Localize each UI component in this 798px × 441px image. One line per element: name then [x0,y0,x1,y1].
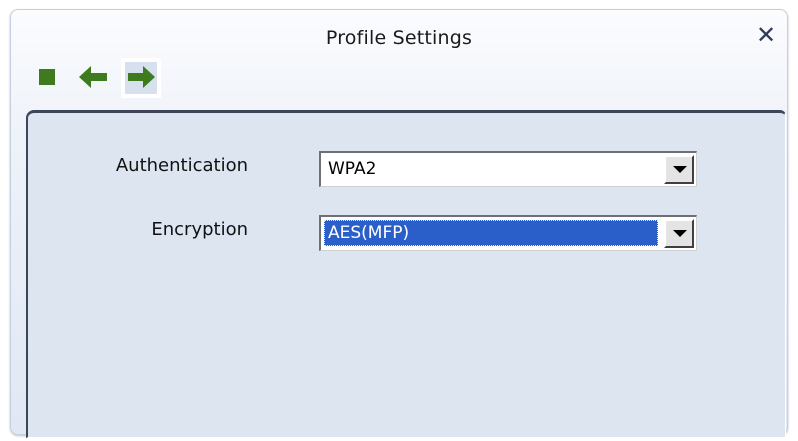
back-arrow-icon [79,66,107,88]
profile-settings-window: Profile Settings ✕ Authentication WPA2 E… [10,9,788,438]
chevron-down-icon[interactable] [664,219,694,248]
stop-button[interactable] [33,58,73,98]
next-arrow-icon [128,66,155,88]
authentication-value: WPA2 [328,159,377,179]
chevron-down-icon[interactable] [664,155,694,184]
window-title: Profile Settings [325,27,473,49]
authentication-label: Authentication [115,155,248,176]
encryption-label: Encryption [151,219,248,240]
back-button[interactable] [77,58,117,98]
authentication-select[interactable]: WPA2 [319,151,697,187]
close-icon[interactable]: ✕ [755,23,777,47]
encryption-value: AES(MFP) [324,220,658,246]
encryption-select[interactable]: AES(MFP) [319,215,697,251]
next-button[interactable] [121,58,161,98]
settings-panel: Authentication WPA2 Encryption AES(MFP) [26,110,786,438]
stop-icon [39,69,55,85]
